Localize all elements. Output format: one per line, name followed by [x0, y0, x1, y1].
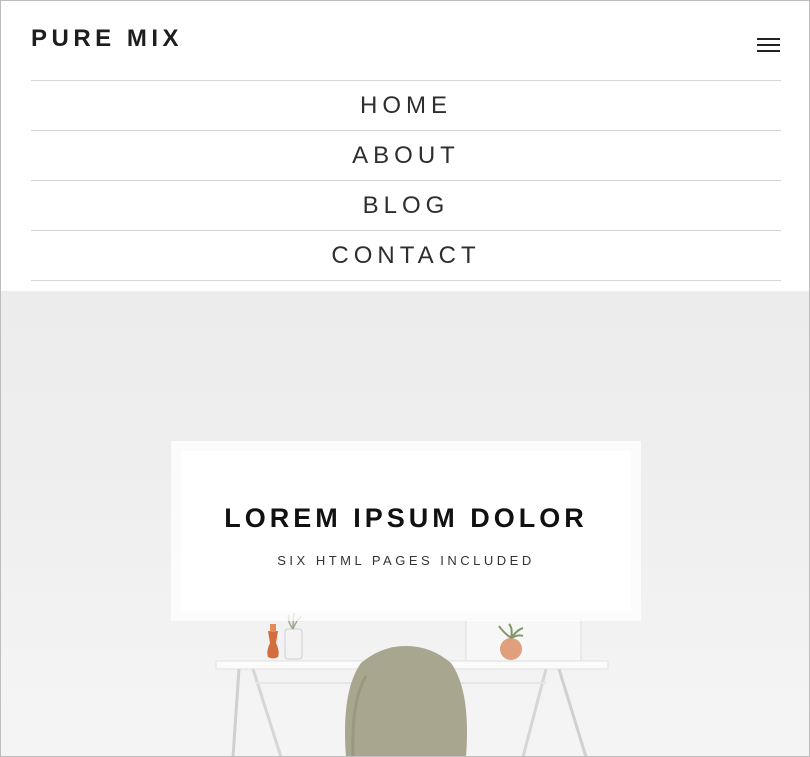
page: PURE MIX HOME ABOUT BLOG CONTACT LOREM I… — [0, 0, 810, 757]
nav-item-blog[interactable]: BLOG — [31, 181, 781, 231]
glass-jar — [284, 628, 303, 660]
picture-frame — [465, 618, 582, 662]
menu-line — [757, 50, 780, 52]
chair-back — [345, 646, 467, 756]
main-nav: HOME ABOUT BLOG CONTACT — [31, 80, 781, 281]
nav-item-home[interactable]: HOME — [31, 81, 781, 131]
hero-card-inner: LOREM IPSUM DOLOR SIX HTML PAGES INCLUDE… — [181, 451, 631, 611]
desk-leg — [557, 668, 588, 756]
desk-leg — [231, 668, 241, 756]
nav-item-contact[interactable]: CONTACT — [31, 231, 781, 281]
menu-line — [757, 44, 780, 46]
orange-vase — [267, 631, 279, 659]
hero-card: LOREM IPSUM DOLOR SIX HTML PAGES INCLUDE… — [171, 441, 641, 621]
vase-neck — [270, 624, 276, 632]
nav-item-about[interactable]: ABOUT — [31, 131, 781, 181]
hero-subtitle: SIX HTML PAGES INCLUDED — [277, 553, 535, 568]
hamburger-menu-icon[interactable] — [757, 36, 781, 54]
menu-line — [757, 38, 780, 40]
hero-section: LOREM IPSUM DOLOR SIX HTML PAGES INCLUDE… — [1, 291, 809, 756]
hero-title: LOREM IPSUM DOLOR — [224, 503, 588, 533]
brand-logo[interactable]: PURE MIX — [31, 25, 183, 53]
copper-pot — [500, 638, 522, 660]
